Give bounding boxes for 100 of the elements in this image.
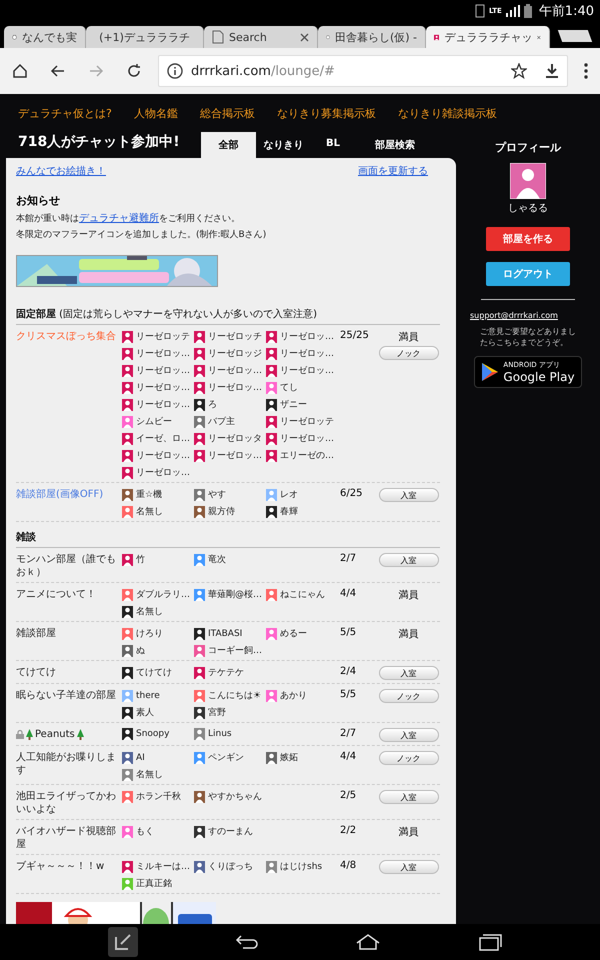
room-button[interactable]: 入室 (378, 666, 439, 680)
support-email-link[interactable]: support@drrrkari.com (470, 311, 558, 320)
room-button[interactable]: ノック (378, 751, 439, 765)
tab[interactable]: 部屋検索 (355, 132, 435, 158)
user-name: 親方侍 (208, 506, 235, 518)
back-icon[interactable] (234, 934, 259, 950)
sim-icon (474, 4, 485, 18)
room-button[interactable]: 入室 (378, 860, 439, 874)
room-name: 池田エライザってかわいいよな (16, 790, 117, 816)
room-button[interactable]: 入室 (378, 553, 439, 567)
user-name: けろり (136, 628, 163, 640)
recents-icon[interactable] (478, 933, 502, 951)
browser-tab[interactable]: 田舎暮らし(仮) - (318, 26, 426, 48)
user-name: リーゼロッチ (208, 331, 262, 343)
browser-tab[interactable]: (+1)デュラララチ (86, 26, 204, 48)
room-button[interactable]: 入室 (378, 790, 439, 804)
user-name: 名無し (136, 506, 163, 518)
room-button[interactable]: ノック (378, 689, 439, 703)
member-count: 2/7 (340, 728, 358, 739)
user-name: テケテケ (208, 667, 244, 679)
user-name: くりぼっち (208, 861, 253, 873)
room-button[interactable]: 入室 (378, 728, 439, 742)
nav-link[interactable]: なりきり募集掲示板 (276, 106, 376, 124)
download-icon[interactable] (545, 63, 559, 79)
shelter-link[interactable]: デュラチャ避難所 (79, 213, 159, 224)
user-name: 華薙剛@桜… (208, 588, 262, 601)
member-count: 5/5 (340, 627, 358, 638)
back-icon[interactable] (50, 63, 66, 79)
url-host: drrrkari.com (191, 64, 271, 78)
nav-link[interactable]: 総合掲示板 (200, 106, 255, 124)
user-name: there (136, 690, 160, 700)
tab[interactable]: BL (311, 132, 355, 158)
nav-link[interactable]: 人物名鑑 (134, 106, 178, 124)
drawing-link[interactable]: みんなでお絵描き！ (16, 164, 106, 178)
notice-title: お知らせ (16, 193, 61, 208)
room-name: てけてけ (16, 666, 56, 679)
user-name: リーゼロッ… (136, 467, 190, 479)
nav-link[interactable]: なりきり雑談掲示板 (398, 106, 497, 124)
room-name[interactable]: 雑談部屋(画像OFF) (16, 488, 104, 501)
support-message: ご意見ご要望などありましたらこちらまでどうぞ。 (480, 326, 576, 348)
home-icon[interactable] (12, 63, 28, 79)
section-title: 固定部屋 (固定は荒らしやマナーを守れない人が多いので入室注意) (16, 299, 440, 325)
room-name: 雑談部屋 (16, 627, 56, 640)
menu-icon[interactable] (584, 63, 588, 79)
user-name: ザニー (280, 399, 307, 411)
member-count: 2/5 (340, 790, 358, 801)
browser-tab[interactable]: Search (204, 26, 318, 48)
badge-title: Google Play (503, 370, 575, 384)
browser-tab[interactable]: なんでも実 (4, 26, 86, 48)
user-name: こんにちは☀ (208, 690, 262, 702)
url-path: /lounge/# (270, 64, 335, 78)
create-room-button[interactable]: 部屋を作る (486, 227, 570, 251)
room-name: 人工知能がお喋りします (16, 751, 117, 777)
user-name: シムビー (136, 416, 172, 428)
user-name: ペンギン (208, 752, 244, 764)
user-name: 春輝 (280, 506, 298, 518)
member-count: 4/4 (340, 588, 358, 599)
user-name: ミルキーは… (136, 861, 190, 873)
room-name: 眠らない子羊達の部屋 (16, 689, 116, 702)
user-name: 名無し (136, 606, 163, 618)
close-icon[interactable] (300, 32, 309, 42)
room-button[interactable]: 入室 (378, 488, 439, 502)
tab[interactable]: なりきり (256, 132, 311, 158)
notice-text: 本館が重い時はデュラチャ避難所をご利用ください。 (16, 212, 241, 225)
user-name: ぬ (136, 645, 145, 657)
user-name: リーゼロッジ (208, 348, 262, 360)
user-name: てけてけ (136, 667, 172, 679)
user-name: 竜次 (208, 554, 226, 566)
star-icon[interactable] (511, 63, 527, 79)
user-name: リーゼロッ… (136, 450, 190, 462)
room-name: Peanuts (35, 728, 75, 741)
user-name: リーゼロッ… (136, 382, 190, 394)
nav-link[interactable]: デュラチャ仮とは? (18, 106, 112, 124)
reload-icon[interactable] (126, 63, 142, 79)
user-name: ダブルラリ… (136, 588, 190, 601)
user-name: てし (280, 382, 298, 394)
refresh-link[interactable]: 画面を更新する (358, 164, 428, 178)
user-name: リーゼロッ… (280, 348, 334, 360)
user-name: イーゼ、ロ… (136, 433, 190, 445)
clock: 午前1:40 (538, 3, 594, 20)
user-name: あかり (280, 690, 307, 702)
status-label: 満員 (398, 330, 419, 344)
user-name: リーゼロッタ (208, 433, 262, 445)
member-count: 2/7 (340, 553, 358, 564)
user-name: ホラン千秋 (136, 790, 181, 803)
user-name: リーゼロッテ (136, 331, 190, 343)
address-field[interactable]: drrrkari.com/lounge/# (158, 55, 568, 87)
user-name: ろ (208, 399, 217, 411)
user-name: リーゼロッ… (280, 433, 334, 445)
room-button[interactable]: ノック (378, 346, 439, 360)
tab[interactable]: 全部 (201, 132, 256, 158)
user-name: レオ (280, 489, 298, 501)
battery-icon (524, 4, 532, 18)
member-count: 2/4 (340, 666, 358, 677)
member-count: 6/25 (340, 488, 364, 499)
browser-tab[interactable]: デュラララチャッ (426, 26, 550, 48)
user-name: 名無し (136, 768, 163, 781)
new-tab-button[interactable] (558, 30, 592, 42)
user-name: Snoopy (136, 729, 170, 739)
avatar-icon (510, 163, 546, 199)
